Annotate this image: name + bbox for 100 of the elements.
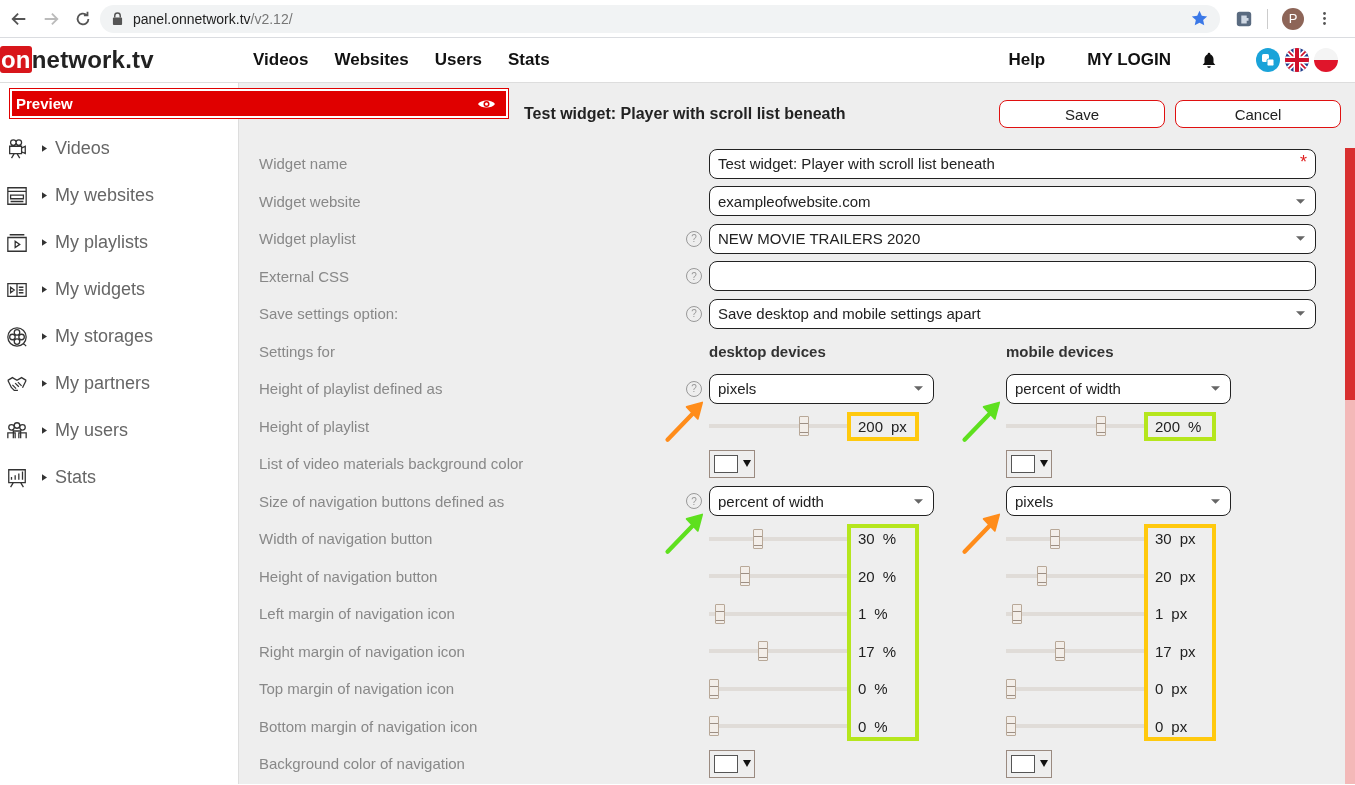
nav-link[interactable]: Stats (508, 50, 550, 70)
puzzle-icon[interactable] (1235, 9, 1253, 28)
color-picker[interactable] (1006, 749, 1052, 778)
input-field[interactable] (709, 261, 1316, 292)
input-field[interactable]: Test widget: Player with scroll list beneath * (709, 148, 1316, 179)
field-label: Widget website (259, 192, 362, 210)
slider-value: 1 (1155, 605, 1164, 623)
slider-value: 200 (1155, 417, 1181, 435)
slider-thumb[interactable] (752, 528, 763, 549)
app-icon[interactable] (1256, 48, 1280, 72)
nav-link[interactable]: Videos (253, 50, 309, 70)
unit-label: % (874, 680, 888, 698)
slider-thumb[interactable] (1054, 641, 1065, 662)
star-icon[interactable] (1191, 10, 1208, 27)
slider-value: 20 (858, 567, 875, 585)
slider-thumb[interactable] (1012, 603, 1023, 624)
caret-icon (1296, 236, 1305, 242)
caret-icon (42, 239, 47, 246)
caret-icon (1040, 460, 1048, 468)
slider-thumb[interactable] (1049, 528, 1060, 549)
url-text: panel.onnetwork.tv/v2.12/ (133, 10, 293, 27)
slider-thumb[interactable] (709, 678, 719, 699)
reload-icon[interactable] (74, 9, 92, 28)
color-picker[interactable] (709, 449, 755, 478)
slider-value: 0 (1155, 717, 1164, 735)
caret-icon (914, 386, 923, 392)
field-label: Right margin of navigation icon (259, 642, 465, 660)
film-reel-icon (6, 325, 28, 348)
sidebar-item[interactable]: My users (0, 407, 238, 454)
address-bar[interactable]: panel.onnetwork.tv/v2.12/ (100, 4, 1220, 33)
slider-thumb[interactable] (1036, 566, 1047, 587)
select-field[interactable]: Save desktop and mobile settings apart (709, 298, 1316, 329)
action-button[interactable]: Cancel (1175, 100, 1341, 128)
caret-icon (42, 333, 47, 340)
sidebar-item[interactable]: My playlists (0, 219, 238, 266)
slider-value: 30 (1155, 530, 1172, 548)
sidebar-item[interactable]: My widgets (0, 266, 238, 313)
caret-icon (743, 460, 751, 468)
unit-label: px (891, 417, 907, 435)
bell-icon[interactable] (1200, 51, 1218, 69)
select-field[interactable]: exampleofwebsite.com (709, 186, 1316, 217)
color-picker[interactable] (709, 749, 755, 778)
caret-icon (1296, 198, 1305, 204)
unit-label: % (874, 605, 888, 623)
nav-link[interactable]: Users (434, 50, 483, 70)
slider-value: 1 (858, 605, 867, 623)
field-label: Widget name (259, 155, 349, 173)
lock-icon (112, 12, 123, 25)
menu-icon[interactable] (1322, 11, 1327, 26)
unit-label: % (1188, 417, 1202, 435)
field-label: Width of navigation button (259, 530, 433, 548)
unit-label: % (882, 530, 897, 548)
sidebar-item[interactable]: Stats (0, 454, 238, 501)
sidebar-item[interactable]: My partners (0, 360, 238, 407)
play-icon (6, 231, 28, 254)
slider-thumb[interactable] (798, 416, 809, 437)
unit-label: px (1171, 680, 1188, 698)
slider-value: 17 (858, 642, 875, 660)
preview-bar[interactable]: Preview (10, 89, 508, 118)
slider-thumb[interactable] (1006, 678, 1016, 699)
flag-icon[interactable] (1314, 48, 1338, 72)
select-field[interactable]: NEW MOVIE TRAILERS 2020 (709, 223, 1316, 254)
caret-icon (1296, 311, 1305, 317)
slider-thumb[interactable] (1095, 416, 1106, 437)
slider-thumb[interactable] (709, 716, 719, 737)
caret-icon (743, 760, 751, 768)
caret-icon (42, 474, 47, 481)
profile-avatar[interactable]: P (1282, 7, 1304, 30)
slider-thumb[interactable] (757, 641, 768, 662)
field-label: Top margin of navigation icon (259, 680, 455, 698)
login-link[interactable]: MY LOGIN (1087, 50, 1171, 70)
nav-link[interactable]: Websites (334, 50, 409, 70)
field-label: Size of navigation buttons defined as (259, 492, 506, 510)
caret-icon (42, 380, 47, 387)
caret-icon (42, 427, 47, 434)
unit-label: px (1171, 605, 1188, 623)
slider-thumb[interactable] (1006, 716, 1016, 737)
field-label: Background color of navigation (259, 755, 466, 773)
unit-label: px (1171, 717, 1188, 735)
sidebar-item[interactable]: Videos (0, 125, 238, 172)
field-label: External CSS (259, 267, 351, 285)
field-label: Save settings option: (259, 305, 400, 323)
field-label: Bottom margin of navigation icon (259, 717, 478, 735)
slider-value: 0 (1155, 680, 1164, 698)
logo[interactable]: onnetwork.tv (0, 46, 253, 74)
color-picker[interactable] (1006, 449, 1052, 478)
slider-thumb[interactable] (715, 603, 726, 624)
sidebar-item[interactable]: My storages (0, 313, 238, 360)
unit-label: % (882, 642, 897, 660)
flag-icon[interactable] (1285, 48, 1309, 72)
chart-icon (6, 466, 28, 489)
sidebar-item[interactable]: My websites (0, 172, 238, 219)
scrollbar-thumb[interactable] (1345, 148, 1355, 400)
action-button[interactable]: Save (999, 100, 1165, 128)
unit-label: px (1179, 530, 1196, 548)
help-link[interactable]: Help (1008, 50, 1046, 70)
unit-label: % (882, 567, 897, 585)
slider-thumb[interactable] (739, 566, 750, 587)
slider-value: 17 (1155, 642, 1172, 660)
field-label: Height of playlist (259, 417, 370, 435)
